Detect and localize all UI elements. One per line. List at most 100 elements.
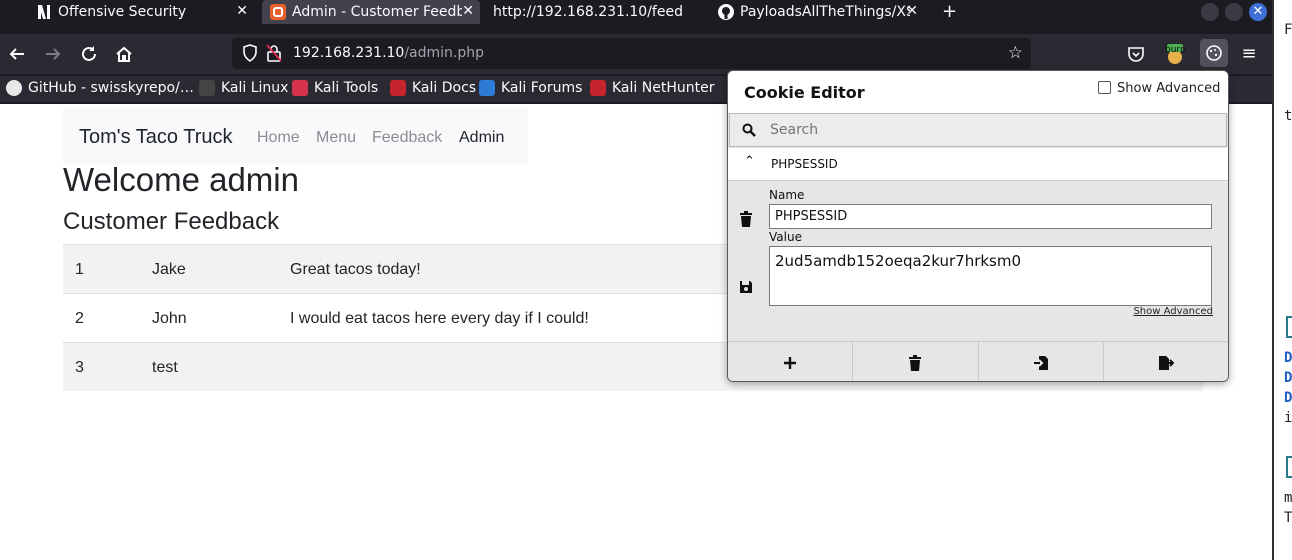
terminal-char: F [1284,22,1292,38]
bookmark-label: Kali Linux [221,80,289,96]
shield-icon[interactable] [242,44,258,62]
kali-dragon-icon [199,80,215,96]
name-label: Name [769,188,805,202]
row-id: 3 [75,359,84,376]
menu-icon[interactable]: ≡ [1237,42,1261,66]
forward-icon[interactable] [41,42,65,66]
cookie-editor-popup: Cookie Editor Show Advanced ⌃ PHPSESSID … [727,70,1229,382]
tab-offensive-security[interactable]: Offensive Security ✕ [36,0,254,24]
tab-title: http://192.168.231.10/feedbac [493,4,683,20]
import-icon [1033,356,1048,370]
cookie-name-field[interactable]: PHPSESSID [769,204,1212,229]
search-input[interactable] [770,120,1210,140]
cookie-item-phpsessid[interactable]: ⌃ PHPSESSID [728,148,1228,181]
burp-icon[interactable]: burp [1163,42,1187,66]
bookmark-label: Kali Docs [412,80,477,96]
add-cookie-button[interactable] [728,342,854,381]
url-bar[interactable]: 192.168.231.10/admin.php ☆ [232,38,1031,69]
site-brand[interactable]: Tom's Taco Truck [79,126,233,149]
site-navbar: Tom's Taco Truck Home Menu Feedback Admi… [63,108,528,164]
terminal-char: m [1284,490,1292,506]
back-icon[interactable] [5,42,29,66]
url-host: 192.168.231.10 [293,45,405,61]
tab-title: Admin - Customer Feedba [292,4,462,20]
cookie-search-bar[interactable] [729,113,1227,147]
tab-payloadsallthethings[interactable]: PayloadsAllTheThings/XS ✕ [718,0,924,24]
popup-title: Cookie Editor [744,83,865,102]
nav-admin[interactable]: Admin [459,129,504,147]
row-id: 1 [75,261,84,278]
section-title: Customer Feedback [63,208,280,235]
bookmark-github[interactable]: GitHub - swisskyrepo/… [6,80,194,96]
pocket-icon[interactable] [1124,42,1148,66]
terminal-char: t [1284,108,1292,124]
new-tab-button[interactable]: + [942,1,957,22]
bookmark-kali-docs[interactable]: Kali Docs [390,80,476,96]
bookmark-star-icon[interactable]: ☆ [1008,43,1023,63]
tab-title: PayloadsAllTheThings/XS [740,4,910,20]
page-title: Welcome admin [63,161,299,198]
kali-forums-icon [479,80,495,96]
search-icon [742,122,758,138]
offsec-icon [36,4,52,20]
close-tab-icon[interactable]: ✕ [236,3,248,19]
github-icon [718,4,734,20]
tab-feedback-url[interactable]: http://192.168.231.10/feedbac [493,0,707,24]
import-button[interactable] [979,342,1104,381]
popup-header: Cookie Editor Show Advanced [728,71,1228,113]
row-id: 2 [75,310,84,327]
kali-nethunter-icon [590,80,606,96]
minimize-button[interactable] [1201,3,1219,21]
show-advanced-checkbox[interactable] [1098,81,1111,94]
row-name: test [152,359,178,376]
kali-docs-icon [390,80,406,96]
export-button[interactable] [1104,342,1228,381]
cookie-editor-icon[interactable] [1200,39,1228,67]
url-text: 192.168.231.10/admin.php [293,45,484,61]
chevron-up-icon[interactable]: ⌃ [744,154,755,169]
close-window-button[interactable]: ✕ [1249,3,1267,21]
bookmark-label: Kali NetHunter [612,80,715,96]
bookmark-label: Kali Forums [501,80,583,96]
value-label: Value [769,230,802,244]
row-name: John [152,310,187,327]
kali-tools-icon [292,80,308,96]
popup-footer [728,341,1228,381]
tab-title: Offensive Security [58,4,187,20]
close-tab-icon[interactable]: ✕ [906,3,918,19]
add-icon [784,357,797,369]
bookmark-label: Kali Tools [314,80,379,96]
bookmark-kali-tools[interactable]: Kali Tools [292,80,378,96]
github-icon [6,80,22,96]
bookmark-kali-nethunter[interactable]: Kali NetHunter [590,80,714,96]
bookmark-label: GitHub - swisskyrepo/… [28,80,194,96]
terminal-char: T [1284,510,1292,526]
nav-feedback[interactable]: Feedback [372,129,442,147]
nav-menu[interactable]: Menu [316,129,356,147]
close-tab-icon[interactable]: ✕ [462,3,474,19]
tab-admin-customer-feedback[interactable]: Admin - Customer Feedba ✕ [262,0,480,24]
insecure-lock-icon[interactable] [266,44,282,62]
save-cookie-icon[interactable] [739,279,753,295]
cookie-name: PHPSESSID [771,157,838,171]
home-icon[interactable] [112,42,136,66]
delete-cookie-icon[interactable] [739,211,753,227]
terminal-bracket [1286,456,1292,478]
maximize-button[interactable] [1225,3,1243,21]
delete-all-button[interactable] [853,342,979,381]
terminal-char: D [1284,390,1292,406]
terminal-char: D [1284,370,1292,386]
row-name: Jake [152,261,186,278]
show-advanced-label[interactable]: Show Advanced [1117,81,1220,96]
nav-home[interactable]: Home [257,129,300,147]
terminal-char: i [1284,410,1292,426]
admin-favicon-icon [270,4,286,20]
nav-toolbar: 192.168.231.10/admin.php ☆ burp ≡ [0,34,1272,74]
show-advanced-link[interactable]: Show Advanced [1133,306,1213,317]
bookmark-kali-linux[interactable]: Kali Linux [199,80,288,96]
burp-badge: burp [1165,45,1186,55]
terminal-window-edge: F t D D D i m T [1272,0,1292,560]
cookie-value-field[interactable]: 2ud5amdb152oeqa2kur7hrksm0 [769,246,1212,306]
bookmark-kali-forums[interactable]: Kali Forums [479,80,582,96]
reload-icon[interactable] [77,42,101,66]
